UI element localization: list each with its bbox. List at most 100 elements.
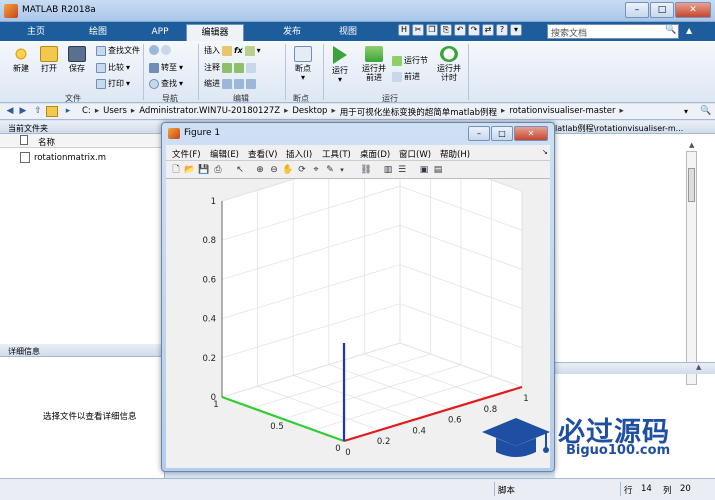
goto-button[interactable]: 转至 ▾ bbox=[149, 62, 183, 73]
uncomment-icon[interactable] bbox=[234, 62, 244, 73]
menu-insert[interactable]: 插入(I) bbox=[286, 148, 312, 160]
find-dropdown-icon[interactable]: ▾ bbox=[179, 79, 183, 88]
brush-dropdown-icon[interactable]: ▾ bbox=[336, 164, 348, 176]
figure-minimize-button[interactable]: – bbox=[468, 126, 490, 141]
save-button[interactable]: 保存 bbox=[64, 46, 90, 73]
compare-button[interactable]: 比较 ▾ bbox=[96, 62, 130, 73]
browse-folder-icon[interactable] bbox=[46, 106, 58, 117]
zoom-out-icon[interactable]: ⊖ bbox=[268, 164, 280, 176]
legend-icon[interactable]: ☰ bbox=[396, 164, 408, 176]
minimize-button[interactable]: – bbox=[625, 2, 649, 18]
tab-apps[interactable]: APP bbox=[134, 24, 186, 41]
quick-dropdown-icon[interactable]: ▾ bbox=[510, 24, 522, 36]
compare-dropdown-icon[interactable]: ▾ bbox=[126, 63, 130, 72]
insert-button[interactable]: 插入 fx ▾ bbox=[204, 45, 261, 56]
data-cursor-icon[interactable]: ⌖ bbox=[310, 164, 322, 176]
quick-copy-icon[interactable]: ❐ bbox=[426, 24, 438, 36]
comment-percent-icon[interactable] bbox=[222, 62, 232, 73]
breadcrumb-desktop[interactable]: Desktop bbox=[292, 106, 327, 118]
insert-function-icon[interactable] bbox=[244, 45, 255, 56]
tab-home[interactable]: 主页 bbox=[10, 24, 62, 41]
print-dropdown-icon[interactable]: ▾ bbox=[126, 79, 130, 88]
breakpoints-dropdown-icon[interactable]: ▾ bbox=[291, 73, 315, 82]
list-item[interactable]: rotationmatrix.m bbox=[20, 152, 106, 163]
run-section-button[interactable]: 运行节 bbox=[392, 55, 428, 66]
quick-switch-icon[interactable]: ⇄ bbox=[482, 24, 494, 36]
indent-button[interactable]: 缩进 bbox=[204, 78, 256, 89]
tab-plots[interactable]: 绘图 bbox=[72, 24, 124, 41]
goto-dropdown-icon[interactable]: ▾ bbox=[179, 63, 183, 72]
panel-splitter[interactable] bbox=[555, 362, 715, 374]
colorbar-icon[interactable]: ▥ bbox=[382, 164, 394, 176]
advance-button[interactable]: 前进 bbox=[392, 71, 420, 82]
fx-label[interactable]: fx bbox=[234, 46, 243, 55]
scrollbar-thumb[interactable] bbox=[688, 168, 695, 202]
pan-icon[interactable]: ✋ bbox=[282, 164, 294, 176]
back-arrow-icon[interactable] bbox=[149, 45, 159, 55]
address-history-dropdown-icon[interactable]: ▾ bbox=[684, 107, 688, 116]
run-button[interactable]: 运行 ▾ bbox=[327, 46, 353, 84]
quick-cut-icon[interactable]: ✂ bbox=[412, 24, 424, 36]
breadcrumb-user[interactable]: Administrator.WIN7U-20180127Z bbox=[139, 106, 280, 118]
figure-close-button[interactable]: ✕ bbox=[514, 126, 548, 141]
print-button[interactable]: 打印 ▾ bbox=[96, 78, 130, 89]
forward-icon[interactable]: ▶ bbox=[17, 106, 29, 117]
breadcrumb-drive[interactable]: C: bbox=[82, 106, 91, 118]
close-button[interactable]: ✕ bbox=[675, 2, 711, 18]
comment-button[interactable]: 注释 bbox=[204, 62, 256, 73]
breakpoints-button[interactable]: 断点 ▾ bbox=[291, 46, 315, 82]
editor-scrollbar[interactable] bbox=[686, 151, 697, 385]
open-icon[interactable]: 📂 bbox=[184, 164, 196, 176]
back-forward-buttons[interactable] bbox=[149, 45, 171, 55]
back-icon[interactable]: ◀ bbox=[4, 106, 16, 117]
scroll-up-icon[interactable]: ▲ bbox=[689, 141, 694, 149]
new-button[interactable]: 新建 bbox=[8, 46, 34, 73]
run-and-advance-button[interactable]: 运行并 前进 bbox=[359, 46, 389, 82]
maximize-button[interactable]: □ bbox=[650, 2, 674, 18]
zoom-in-icon[interactable]: ⊕ bbox=[254, 164, 266, 176]
wrap-comment-icon[interactable] bbox=[246, 62, 256, 73]
quick-redo-icon[interactable]: ↷ bbox=[468, 24, 480, 36]
breadcrumb-folder[interactable]: rotationvisualiser-master bbox=[509, 106, 615, 118]
brush-icon[interactable]: ✎ bbox=[324, 164, 336, 176]
folder-path-dropdown-icon[interactable]: ▸ bbox=[62, 106, 74, 117]
breadcrumb-users[interactable]: Users bbox=[103, 106, 127, 118]
print-icon[interactable]: ⎙ bbox=[212, 164, 224, 176]
find-button[interactable]: 查找 ▾ bbox=[149, 78, 183, 89]
search-icon[interactable]: 🔍 bbox=[665, 25, 676, 35]
show-plot-tools-icon[interactable]: ▤ bbox=[432, 164, 444, 176]
menu-file[interactable]: 文件(F) bbox=[172, 148, 201, 160]
panel-collapse-icon[interactable]: ▲ bbox=[696, 363, 701, 371]
indent-right-icon[interactable] bbox=[234, 78, 244, 89]
insert-dropdown-icon[interactable]: ▾ bbox=[257, 46, 261, 55]
address-search-icon[interactable]: 🔍 bbox=[700, 106, 711, 116]
name-column-header[interactable]: 名称 bbox=[0, 134, 165, 148]
quick-paste-icon[interactable]: ⎘ bbox=[440, 24, 452, 36]
menu-view[interactable]: 查看(V) bbox=[248, 148, 277, 160]
run-dropdown-icon[interactable]: ▾ bbox=[327, 75, 353, 84]
menu-tools[interactable]: 工具(T) bbox=[322, 148, 351, 160]
tab-publish[interactable]: 发布 bbox=[266, 24, 318, 41]
tab-view[interactable]: 视图 bbox=[322, 24, 374, 41]
menu-help[interactable]: 帮助(H) bbox=[440, 148, 470, 160]
hide-plot-tools-icon[interactable]: ▣ bbox=[418, 164, 430, 176]
smart-indent-icon[interactable] bbox=[222, 78, 232, 89]
open-button[interactable]: 打开 bbox=[36, 46, 62, 73]
indent-left-icon[interactable] bbox=[246, 78, 256, 89]
menu-edit[interactable]: 编辑(E) bbox=[210, 148, 239, 160]
breadcrumb-project[interactable]: 用于可视化坐标变换的超简单matlab例程 bbox=[340, 106, 497, 118]
menu-window[interactable]: 窗口(W) bbox=[399, 148, 431, 160]
tab-editor[interactable]: 编辑器 bbox=[186, 24, 244, 41]
quick-save-icon[interactable]: H bbox=[398, 24, 410, 36]
quick-undo-icon[interactable]: ↶ bbox=[454, 24, 466, 36]
run-and-time-button[interactable]: 运行并 计时 bbox=[434, 46, 464, 82]
new-icon[interactable]: 🗋 bbox=[170, 164, 182, 176]
forward-arrow-icon[interactable] bbox=[161, 45, 171, 55]
save-icon[interactable]: 💾 bbox=[198, 164, 210, 176]
pointer-icon[interactable]: ↖ bbox=[234, 164, 246, 176]
quick-help-icon[interactable]: ? bbox=[496, 24, 508, 36]
link-icon[interactable]: ⛓ bbox=[360, 164, 372, 176]
collapse-ribbon-icon[interactable]: ▲ bbox=[686, 26, 692, 35]
menu-overflow-icon[interactable]: ↘ bbox=[542, 148, 548, 156]
search-documentation-input[interactable]: 搜索文档 bbox=[547, 24, 679, 39]
